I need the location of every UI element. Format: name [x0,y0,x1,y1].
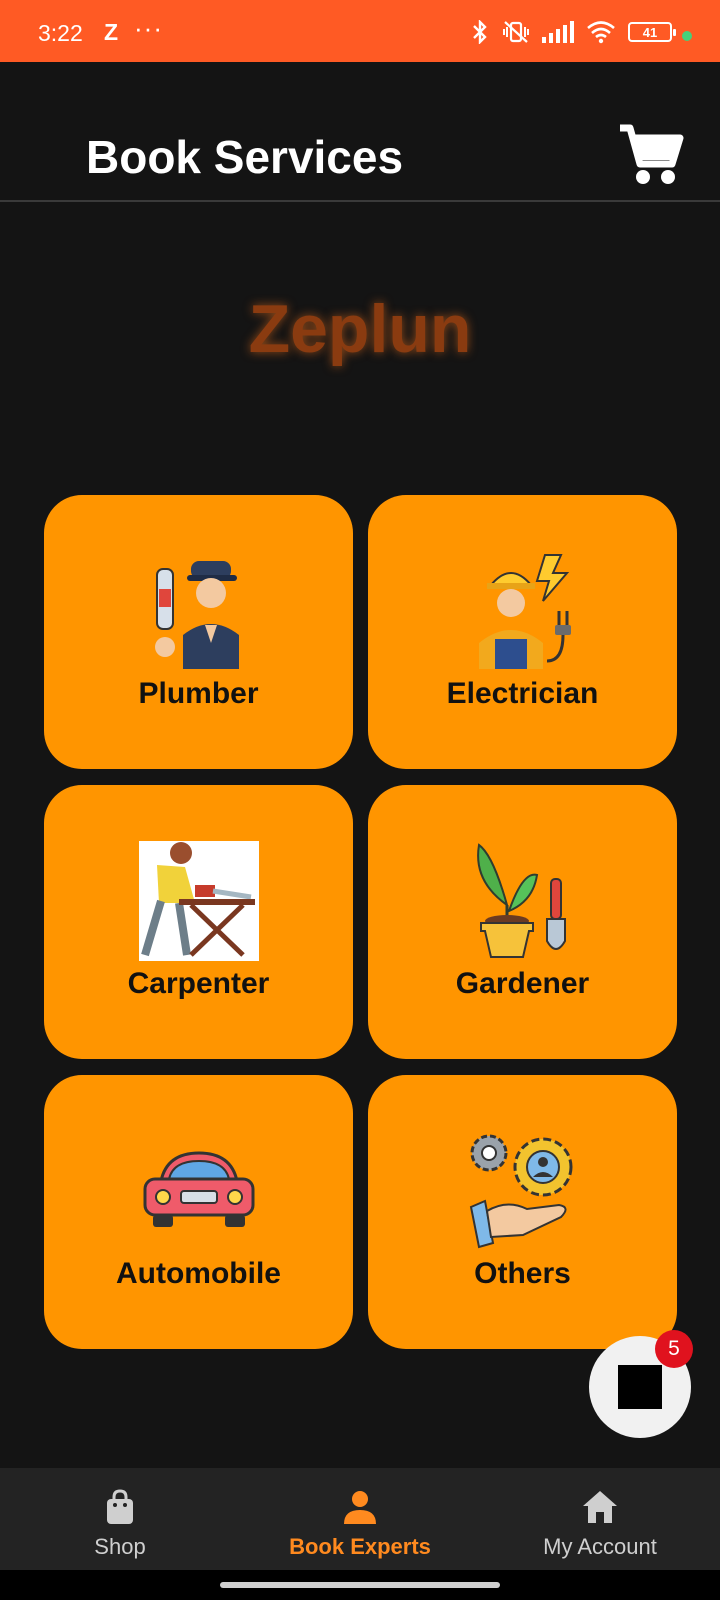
more-notifications-icon: ··· [134,13,163,43]
nav-item-my-account[interactable]: My Account [480,1468,720,1570]
service-card-others[interactable]: Others [368,1075,677,1349]
home-gesture-bar[interactable] [220,1582,500,1588]
service-label: Electrician [446,677,599,710]
electrician-icon [478,554,571,669]
page-title: Book Services [86,131,404,183]
status-time: 3:22 [38,20,83,46]
service-card-plumber[interactable]: Plumber [44,495,353,769]
nav-label: Book Experts [289,1534,431,1559]
service-label: Plumber [138,677,259,710]
service-card-gardener[interactable]: Gardener [368,785,677,1059]
stop-icon [618,1365,662,1409]
wifi-icon [587,21,615,44]
carpenter-icon [138,841,259,961]
notification-badge: 5 [655,1330,693,1368]
plumber-icon [154,561,239,669]
service-card-automobile[interactable]: Automobile [44,1075,353,1349]
vibrate-off-icon [503,21,529,43]
shopping-bag-icon [107,1489,133,1524]
nav-item-shop[interactable]: Shop [0,1468,240,1570]
service-card-carpenter[interactable]: Carpenter [44,785,353,1059]
app-notification-icon: Z [104,19,119,45]
service-label: Others [474,1257,571,1290]
privacy-indicator-dot [682,31,692,41]
bottom-navigation: Shop Book Experts My Account [0,1468,720,1570]
automobile-icon [143,1151,254,1227]
nav-label: My Account [543,1534,657,1559]
floating-action-button[interactable]: 5 [589,1330,693,1438]
nav-item-book-experts[interactable]: Book Experts [240,1468,480,1570]
home-icon [583,1491,617,1523]
cart-button[interactable] [618,122,684,188]
others-icon [469,1134,572,1249]
status-bar: 3:22 Z ··· 41 [0,0,720,62]
person-icon [344,1491,376,1524]
brand-logo-text: Zeplun [248,291,472,367]
service-card-electrician[interactable]: Electrician [368,495,677,769]
signal-icon [542,21,574,43]
bluetooth-icon [473,20,487,44]
nav-label: Shop [94,1534,146,1559]
service-label: Automobile [116,1257,281,1290]
service-label: Carpenter [127,967,270,1000]
service-label: Gardener [455,967,590,1000]
cart-icon [620,124,684,184]
status-icons: 41 [470,20,676,44]
gardener-icon [476,843,566,958]
app-header: Book Services [0,62,720,202]
battery-level: 41 [642,24,658,40]
battery-icon: 41 [628,22,676,42]
